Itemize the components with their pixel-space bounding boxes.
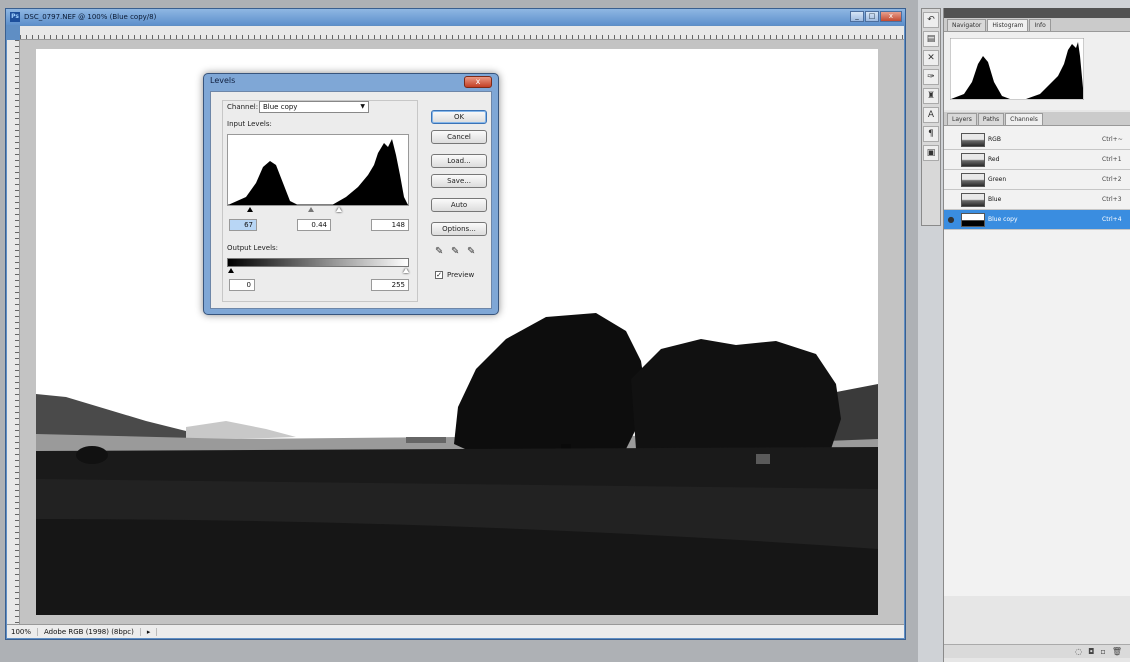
panel-icon-strip: ↶ ▤ ✕ ✑ ♜ A ¶ ▣ [921, 8, 941, 226]
panel-dock: Navigator Histogram Info Layers Paths Ch… [943, 8, 1130, 662]
levels-dialog: Levels x Channel: Blue copy ▼ Input Leve… [203, 73, 499, 315]
channel-name: RGB [988, 136, 1001, 143]
output-black-slider[interactable] [228, 268, 234, 273]
new-channel-icon[interactable]: ▫ [1100, 645, 1105, 658]
history-brush-icon[interactable]: ↶ [923, 12, 939, 28]
channels-tabbar: Layers Paths Channels [944, 112, 1130, 126]
channel-row-rgb[interactable]: RGB Ctrl+~ [944, 130, 1130, 150]
channel-shortcut: Ctrl+4 [1102, 216, 1122, 223]
channel-name: Red [988, 156, 1000, 163]
color-profile-info: Adobe RGB (1998) (8bpc) [44, 627, 141, 636]
brush-icon[interactable]: ✑ [923, 69, 939, 85]
channel-thumbnail [961, 192, 985, 207]
chevron-down-icon: ▼ [360, 103, 365, 110]
levels-histogram-graph [228, 139, 408, 206]
channel-thumbnail [961, 152, 985, 167]
output-black-field[interactable]: 0 [229, 279, 255, 291]
panel-dock-header[interactable] [944, 8, 1130, 18]
input-white-field[interactable]: 148 [371, 219, 409, 231]
channel-label: Channel: [227, 103, 259, 111]
ok-button[interactable]: OK [431, 110, 487, 124]
levels-dialog-body: Channel: Blue copy ▼ Input Levels: 67 0.… [210, 91, 492, 309]
minimize-button[interactable]: _ [850, 11, 864, 22]
input-gamma-field[interactable]: 0.44 [297, 219, 331, 231]
input-black-slider[interactable] [247, 207, 253, 212]
zoom-readout[interactable]: 100% [11, 627, 39, 636]
save-button[interactable]: Save... [431, 174, 487, 188]
load-selection-icon[interactable]: ◌ [1075, 645, 1082, 658]
vertical-ruler[interactable] [7, 40, 20, 626]
input-white-slider[interactable] [336, 207, 342, 212]
tab-paths[interactable]: Paths [977, 113, 1005, 125]
channel-name: Blue [988, 196, 1002, 203]
channel-shortcut: Ctrl+3 [1102, 196, 1122, 203]
save-selection-icon[interactable]: ◘ [1088, 645, 1094, 658]
input-levels-label: Input Levels: [227, 120, 272, 128]
document-statusbar: 100% Adobe RGB (1998) (8bpc) ▸ [7, 624, 904, 638]
channel-row-blue[interactable]: Blue Ctrl+3 [944, 190, 1130, 210]
tab-info[interactable]: Info [1029, 19, 1051, 31]
crossed-tools-icon[interactable]: ✕ [923, 50, 939, 66]
histogram-panel [944, 32, 1130, 110]
document-title: DSC_0797.NEF @ 100% (Blue copy/8) [24, 13, 157, 21]
channel-thumbnail [961, 172, 985, 187]
horizontal-ruler[interactable] [20, 26, 904, 40]
preview-label: Preview [447, 271, 475, 279]
histogram-tabbar: Navigator Histogram Info [944, 18, 1130, 32]
image-icon[interactable]: ▣ [923, 145, 939, 161]
output-gradient-bar [227, 258, 409, 267]
levels-dialog-title: Levels [210, 76, 236, 85]
text-a-icon[interactable]: A [923, 107, 939, 123]
close-button[interactable]: x [880, 11, 902, 22]
channel-row-green[interactable]: Green Ctrl+2 [944, 170, 1130, 190]
channel-thumbnail [961, 132, 985, 147]
photoshop-doc-icon: Ps [10, 12, 20, 22]
delete-channel-icon[interactable]: 🗑 [1112, 645, 1122, 658]
status-menu-arrow-icon[interactable]: ▸ [147, 627, 158, 636]
channel-row-blue-copy[interactable]: ● Blue copy Ctrl+4 [944, 210, 1130, 230]
channel-name: Green [988, 176, 1007, 183]
preview-checkbox[interactable]: ✓ [435, 271, 443, 279]
window-controls: _ □ x [850, 11, 902, 22]
channel-panel-footer: ◌ ◘ ▫ 🗑 [944, 644, 1130, 658]
gray-eyedropper-icon[interactable]: ✎ [451, 246, 459, 257]
channel-name: Blue copy [988, 216, 1018, 223]
black-eyedropper-icon[interactable]: ✎ [435, 246, 443, 257]
input-black-field[interactable]: 67 [229, 219, 257, 231]
channel-row-red[interactable]: Red Ctrl+1 [944, 150, 1130, 170]
maximize-button[interactable]: □ [865, 11, 879, 22]
layer-comp-icon[interactable]: ▤ [923, 31, 939, 47]
tab-navigator[interactable]: Navigator [947, 19, 987, 31]
channel-shortcut: Ctrl+~ [1102, 136, 1123, 143]
tab-layers[interactable]: Layers [947, 113, 977, 125]
tab-histogram[interactable]: Histogram [987, 19, 1029, 31]
histogram-graph [950, 38, 1084, 100]
levels-close-button[interactable]: x [464, 76, 492, 88]
load-button[interactable]: Load... [431, 154, 487, 168]
output-levels-label: Output Levels: [227, 244, 279, 252]
channel-shortcut: Ctrl+1 [1102, 156, 1122, 163]
auto-button[interactable]: Auto [431, 198, 487, 212]
channel-list: RGB Ctrl+~ Red Ctrl+1 Green Ctrl+2 Blue … [944, 126, 1130, 596]
document-titlebar[interactable]: Ps DSC_0797.NEF @ 100% (Blue copy/8) _ □… [6, 9, 905, 25]
channel-select[interactable]: Blue copy ▼ [259, 101, 369, 113]
stamp-icon[interactable]: ♜ [923, 88, 939, 104]
cancel-button[interactable]: Cancel [431, 130, 487, 144]
options-button[interactable]: Options... [431, 222, 487, 236]
channel-thumbnail [961, 212, 985, 227]
eye-icon[interactable]: ● [944, 215, 958, 224]
output-white-field[interactable]: 255 [371, 279, 409, 291]
white-eyedropper-icon[interactable]: ✎ [467, 246, 475, 257]
input-gamma-slider[interactable] [308, 207, 314, 212]
paragraph-icon[interactable]: ¶ [923, 126, 939, 142]
channel-shortcut: Ctrl+2 [1102, 176, 1122, 183]
channel-select-value: Blue copy [263, 103, 298, 111]
tab-channels[interactable]: Channels [1005, 113, 1043, 125]
levels-histogram [227, 134, 409, 206]
output-white-slider[interactable] [403, 268, 409, 273]
